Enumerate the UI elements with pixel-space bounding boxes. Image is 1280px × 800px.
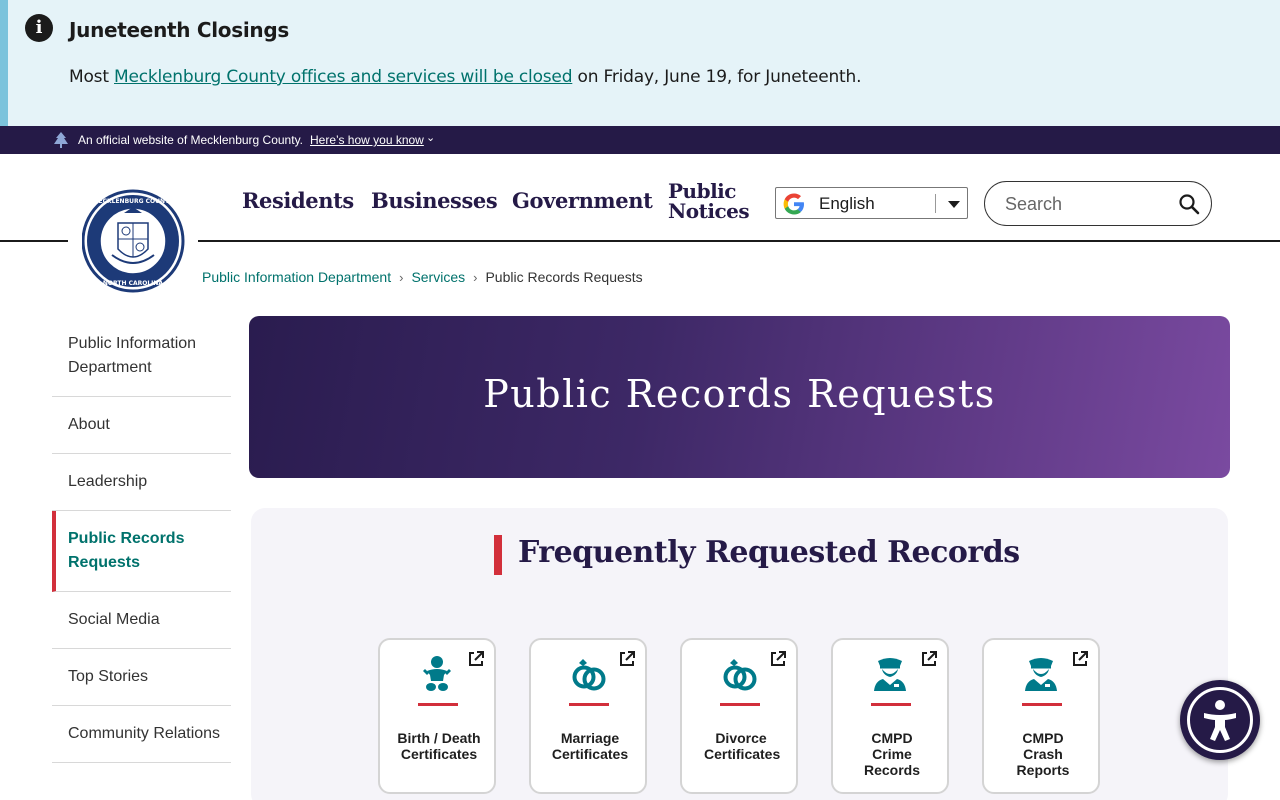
alert-title: Juneteenth Closings	[69, 18, 289, 42]
record-card-label: Marriage Certificates	[551, 730, 629, 762]
record-card-cmpd-crime[interactable]: CMPD Crime Records	[831, 638, 949, 794]
record-card-divorce[interactable]: Divorce Certificates	[680, 638, 798, 794]
how-you-know-link[interactable]: Here’s how you know	[310, 133, 424, 147]
accessibility-button[interactable]	[1180, 680, 1260, 760]
nav-public-notices[interactable]: Public Notices	[668, 181, 750, 221]
language-selected: English	[819, 194, 875, 213]
county-logo[interactable]: MECKLENBURG COUNTY NORTH CAROLINA	[68, 181, 198, 305]
record-card-label: Birth / Death Certificates	[397, 730, 481, 762]
record-card-label: Divorce Certificates	[704, 730, 781, 762]
police-officer-icon	[874, 658, 906, 691]
language-select[interactable]: English	[775, 187, 968, 219]
sidebar-item-top-stories[interactable]: Top Stories	[52, 649, 231, 706]
external-link-icon	[620, 651, 635, 666]
record-card-label: CMPD Crime Records	[863, 730, 921, 778]
info-icon: i	[25, 14, 53, 42]
frequent-records-section: Frequently Requested Records Birth / Dea…	[251, 508, 1228, 800]
breadcrumb-item[interactable]: Public Information Department	[202, 269, 391, 285]
section-accent-bar	[494, 535, 502, 575]
official-website-banner: An official website of Mecklenburg Count…	[0, 126, 1280, 154]
record-card-marriage[interactable]: Marriage Certificates	[529, 638, 647, 794]
breadcrumb-item[interactable]: Services	[411, 269, 465, 285]
chevron-down-icon[interactable]: ⌄	[426, 131, 435, 144]
accessibility-icon	[1204, 700, 1236, 741]
alert-text: Most Mecklenburg County offices and serv…	[69, 67, 862, 87]
external-link-icon	[771, 651, 786, 666]
sidebar-nav: Public Information Department About Lead…	[52, 326, 231, 763]
official-text: An official website of Mecklenburg Count…	[78, 133, 304, 147]
police-officer-icon	[1025, 658, 1057, 691]
external-link-icon	[1073, 651, 1088, 666]
nav-government[interactable]: Government	[512, 188, 653, 213]
rings-icon	[572, 659, 606, 691]
sidebar-item-public-information-department[interactable]: Public Information Department	[52, 326, 231, 397]
nav-businesses[interactable]: Businesses	[371, 188, 498, 213]
chevron-right-icon: ›	[399, 270, 404, 285]
caret-down-icon[interactable]	[948, 201, 960, 208]
page-title: Public Records Requests	[483, 372, 996, 416]
external-link-icon	[469, 651, 484, 666]
sidebar-item-social-media[interactable]: Social Media	[52, 592, 231, 649]
chevron-right-icon: ›	[473, 270, 478, 285]
sidebar-item-about[interactable]: About	[52, 397, 231, 454]
record-card-cmpd-crash[interactable]: CMPD Crash Reports	[982, 638, 1100, 794]
breadcrumb-current: Public Records Requests	[485, 269, 643, 285]
baby-icon	[423, 656, 451, 691]
county-flag-icon	[54, 132, 68, 148]
sidebar-item-community-relations[interactable]: Community Relations	[52, 706, 231, 763]
sidebar-item-leadership[interactable]: Leadership	[52, 454, 231, 511]
alert-link[interactable]: Mecklenburg County offices and services …	[114, 67, 572, 87]
external-link-icon	[922, 651, 937, 666]
rings-icon	[723, 659, 757, 691]
breadcrumb: Public Information Department › Services › P…	[202, 269, 643, 285]
search-input[interactable]	[1005, 192, 1165, 216]
svg-text:NORTH CAROLINA: NORTH CAROLINA	[103, 280, 164, 287]
record-card-label: CMPD Crash Reports	[1016, 730, 1070, 778]
county-seal-icon: MECKLENBURG COUNTY NORTH CAROLINA	[82, 189, 185, 293]
google-icon	[783, 193, 804, 215]
svg-text:MECKLENBURG COUNTY: MECKLENBURG COUNTY	[93, 198, 175, 205]
alert-banner: i Juneteenth Closings Most Mecklenburg C…	[0, 0, 1280, 126]
sidebar-item-public-records-requests[interactable]: Public Records Requests	[52, 511, 231, 592]
search-box[interactable]	[984, 181, 1212, 226]
search-icon[interactable]	[1178, 193, 1200, 215]
section-title: Frequently Requested Records	[518, 535, 1020, 570]
page-hero: Public Records Requests	[249, 316, 1230, 478]
nav-residents[interactable]: Residents	[242, 188, 354, 213]
record-card-birth-death[interactable]: Birth / Death Certificates	[378, 638, 496, 794]
